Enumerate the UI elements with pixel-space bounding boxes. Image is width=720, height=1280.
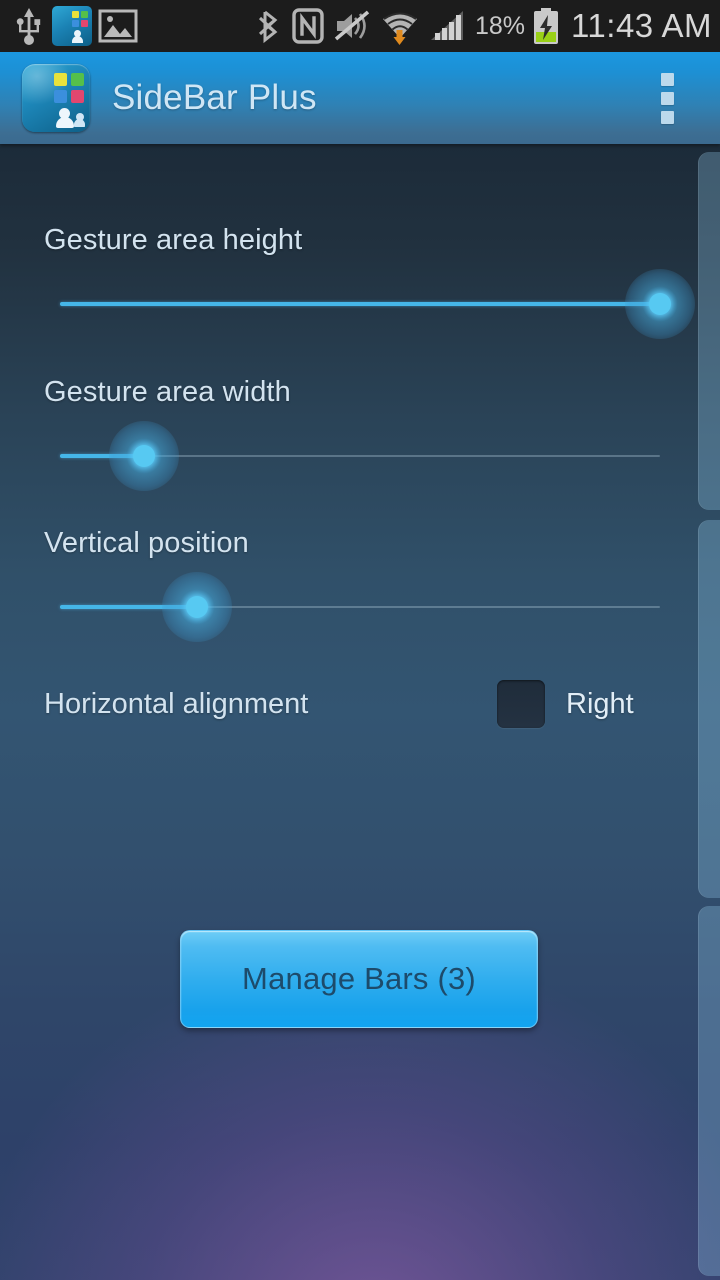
page-title: SideBar Plus bbox=[112, 78, 317, 117]
slider-vertical-position[interactable] bbox=[60, 572, 660, 642]
slider-gesture-area-height[interactable] bbox=[60, 269, 695, 339]
setting-label-gesture-area-height: Gesture area height bbox=[44, 224, 303, 256]
horizontal-alignment-checkbox-label: Right bbox=[566, 687, 634, 720]
overflow-dot bbox=[660, 91, 674, 105]
sidebar-plus-app-icon bbox=[22, 64, 90, 132]
setting-label-horizontal-alignment: Horizontal alignment bbox=[44, 687, 309, 720]
nfc-icon bbox=[292, 8, 324, 44]
phone-screen: 18% 11:43 AM SideBar Plus Gesture area h… bbox=[0, 0, 720, 1280]
slider-thumb-gesture-area-width[interactable] bbox=[109, 421, 179, 491]
status-bar-clock: 11:43 AM bbox=[571, 7, 712, 44]
mute-icon bbox=[334, 10, 370, 41]
slider-track-fill bbox=[60, 302, 660, 306]
gesture-area-preview-panel bbox=[698, 906, 720, 1276]
slider-gesture-area-width[interactable] bbox=[60, 421, 660, 491]
status-bar: 18% 11:43 AM bbox=[0, 0, 720, 52]
horizontal-alignment-checkbox[interactable] bbox=[497, 680, 545, 728]
bluetooth-icon bbox=[258, 10, 278, 44]
setting-gesture-area-width: Gesture area width bbox=[0, 376, 720, 491]
wifi-icon bbox=[382, 12, 417, 45]
gesture-area-preview-panel bbox=[698, 152, 720, 510]
usb-icon bbox=[16, 8, 41, 45]
app-icon-people-glyph bbox=[55, 106, 85, 128]
overflow-dot bbox=[660, 72, 674, 86]
app-icon-square-pink bbox=[71, 90, 84, 103]
setting-vertical-position: Vertical position bbox=[0, 527, 720, 642]
screenshot-image-icon bbox=[98, 9, 138, 43]
app-icon-square-blue bbox=[54, 90, 67, 103]
setting-gesture-area-height: Gesture area height bbox=[0, 224, 720, 339]
manage-bars-button[interactable]: Manage Bars (3) bbox=[180, 930, 538, 1028]
app-notification-icon bbox=[52, 6, 92, 46]
status-bar-right-icons: 18% 11:43 AM bbox=[257, 0, 712, 52]
setting-label-vertical-position: Vertical position bbox=[44, 527, 249, 559]
battery-charging-icon bbox=[534, 8, 559, 44]
overflow-dot bbox=[660, 110, 674, 124]
setting-label-gesture-area-width: Gesture area width bbox=[44, 376, 291, 408]
slider-thumb-vertical-position[interactable] bbox=[161, 572, 232, 642]
status-bar-left-icons bbox=[0, 6, 140, 46]
action-bar: SideBar Plus bbox=[0, 52, 720, 144]
battery-percent-label: 18% bbox=[474, 11, 526, 40]
signal-icon bbox=[430, 11, 463, 40]
slider-thumb-gesture-area-height[interactable] bbox=[625, 269, 695, 339]
setting-horizontal-alignment: Horizontal alignment Right bbox=[0, 674, 720, 734]
settings-content: Gesture area height Gesture area width V… bbox=[0, 144, 720, 1280]
app-icon-square-green bbox=[71, 73, 84, 86]
overflow-menu-icon[interactable] bbox=[656, 67, 678, 129]
app-icon-square-yellow bbox=[54, 73, 67, 86]
